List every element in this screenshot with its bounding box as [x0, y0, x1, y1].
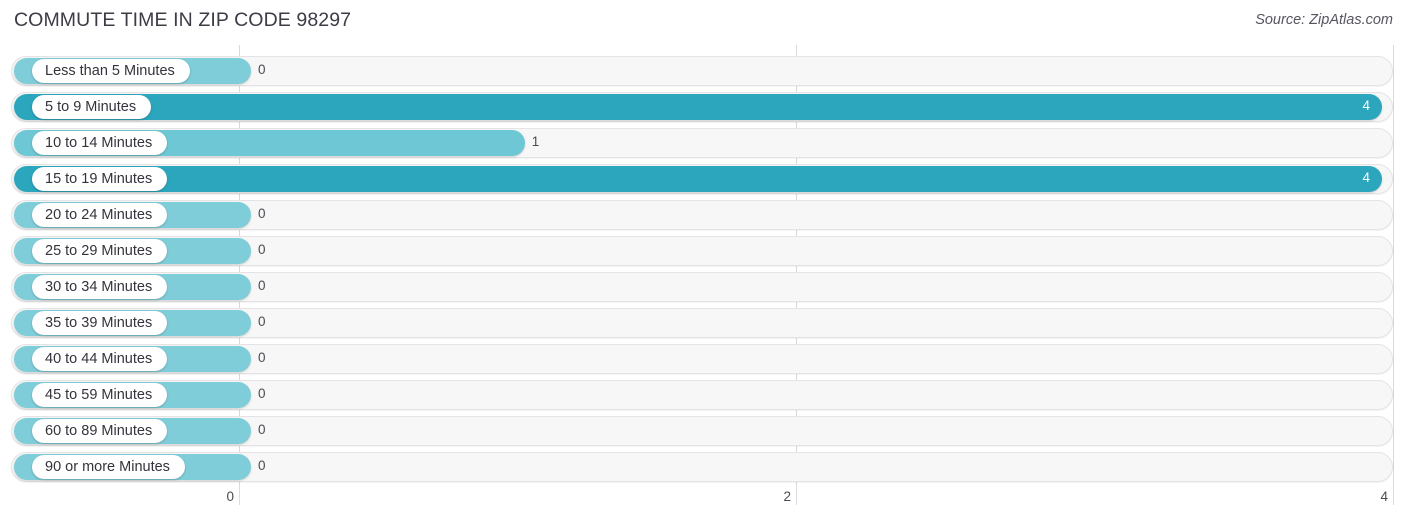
category-label: 40 to 44 Minutes: [45, 350, 153, 367]
bar-value-label: 0: [258, 422, 266, 437]
chart-row[interactable]: 45 to 59 Minutes 0: [0, 379, 1406, 411]
chart-row[interactable]: Less than 5 Minutes 0: [0, 55, 1406, 87]
category-label: 10 to 14 Minutes: [45, 134, 153, 151]
category-label-pill[interactable]: 10 to 14 Minutes: [32, 131, 168, 155]
bar-value-label: 0: [258, 62, 266, 77]
bar-value-label: 4: [1362, 170, 1370, 185]
source-attribution: Source: ZipAtlas.com: [1255, 12, 1393, 28]
bar-value-label: 0: [258, 314, 266, 329]
category-label-pill[interactable]: 45 to 59 Minutes: [32, 383, 168, 407]
bar-value-label: 0: [258, 350, 266, 365]
bar-value-label: 0: [258, 278, 266, 293]
category-label-pill[interactable]: Less than 5 Minutes: [32, 59, 190, 83]
chart-row[interactable]: 60 to 89 Minutes 0: [0, 415, 1406, 447]
category-label-pill[interactable]: 30 to 34 Minutes: [32, 275, 168, 299]
category-label-pill[interactable]: 20 to 24 Minutes: [32, 203, 168, 227]
axis-tick-mark: [1393, 485, 1394, 505]
category-label: 5 to 9 Minutes: [45, 98, 137, 115]
chart-row[interactable]: 5 to 9 Minutes 4: [0, 91, 1406, 123]
chart-row[interactable]: 20 to 24 Minutes 0: [0, 199, 1406, 231]
category-label-pill[interactable]: 90 or more Minutes: [32, 455, 185, 479]
category-label: 35 to 39 Minutes: [45, 314, 153, 331]
category-label: 25 to 29 Minutes: [45, 242, 153, 259]
chart-row[interactable]: 25 to 29 Minutes 0: [0, 235, 1406, 267]
chart-row[interactable]: 90 or more Minutes 0: [0, 451, 1406, 483]
x-axis-tick-label: 4: [1380, 489, 1388, 504]
category-label: Less than 5 Minutes: [45, 62, 175, 79]
x-axis-tick-label: 2: [783, 489, 791, 504]
page-title: COMMUTE TIME IN ZIP CODE 98297: [14, 9, 352, 31]
axis-tick-mark: [796, 485, 797, 505]
bar-value-label: 0: [258, 386, 266, 401]
category-label: 30 to 34 Minutes: [45, 278, 153, 295]
value-bar[interactable]: [14, 166, 1382, 192]
category-label: 90 or more Minutes: [45, 458, 170, 475]
chart-row[interactable]: 40 to 44 Minutes 0: [0, 343, 1406, 375]
bar-value-label: 1: [531, 134, 540, 149]
bar-value-label: 4: [1362, 98, 1370, 113]
category-label: 15 to 19 Minutes: [45, 170, 153, 187]
chart-x-axis: 0 2 4: [0, 485, 1406, 523]
bar-value-label: 0: [258, 458, 266, 473]
category-label-pill[interactable]: 25 to 29 Minutes: [32, 239, 168, 263]
category-label: 60 to 89 Minutes: [45, 422, 153, 439]
chart-row[interactable]: 15 to 19 Minutes 4: [0, 163, 1406, 195]
chart-row[interactable]: 10 to 14 Minutes 1: [0, 127, 1406, 159]
axis-tick-mark: [239, 485, 240, 505]
category-label: 45 to 59 Minutes: [45, 386, 153, 403]
chart-row[interactable]: 30 to 34 Minutes 0: [0, 271, 1406, 303]
category-label-pill[interactable]: 35 to 39 Minutes: [32, 311, 168, 335]
bar-value-label: 0: [258, 206, 266, 221]
bar-value-label: 0: [258, 242, 266, 257]
chart-row[interactable]: 35 to 39 Minutes 0: [0, 307, 1406, 339]
x-axis-tick-label: 0: [226, 489, 234, 504]
category-label: 20 to 24 Minutes: [45, 206, 153, 223]
category-label-pill[interactable]: 15 to 19 Minutes: [32, 167, 168, 191]
chart-plot-area: Less than 5 Minutes 0 5 to 9 Minutes 4 10 to…: [0, 45, 1406, 485]
value-bar[interactable]: [14, 94, 1382, 120]
category-label-pill[interactable]: 5 to 9 Minutes: [32, 95, 152, 119]
category-label-pill[interactable]: 40 to 44 Minutes: [32, 347, 168, 371]
chart-header: COMMUTE TIME IN ZIP CODE 98297 Source: Z…: [0, 0, 1406, 45]
category-label-pill[interactable]: 60 to 89 Minutes: [32, 419, 168, 443]
